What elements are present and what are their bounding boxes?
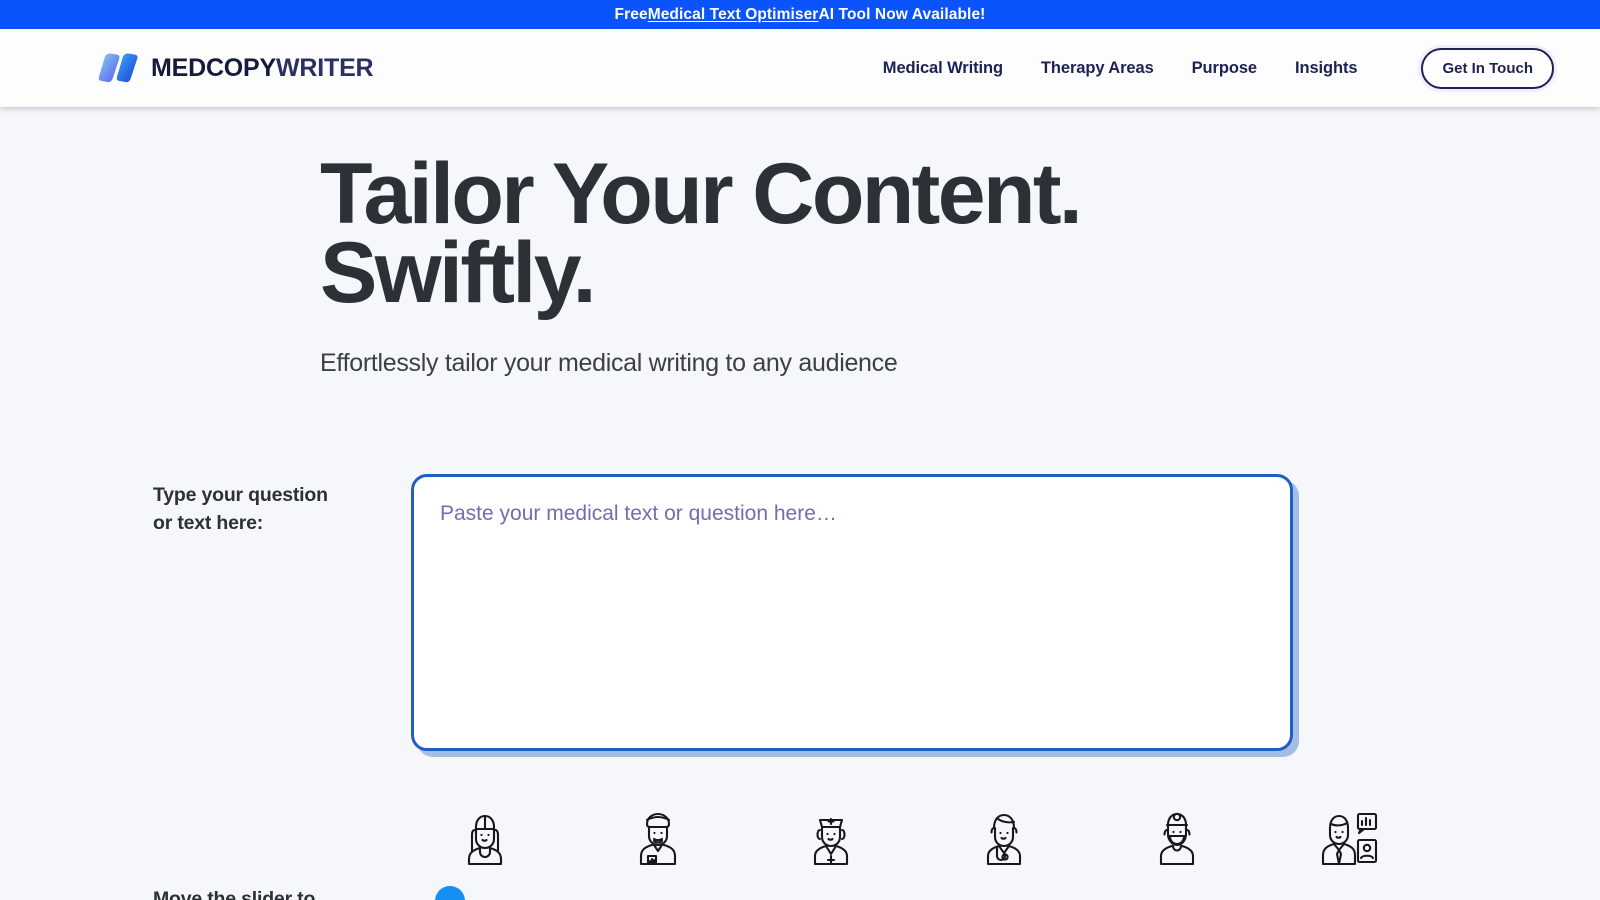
question-input-label-line-1: Type your question xyxy=(153,484,328,507)
hero-title-line-2: Swiftly. xyxy=(320,225,596,322)
tone-slider-knob[interactable] xyxy=(435,886,465,900)
logo-text-bold: MEDCOPY xyxy=(151,53,277,82)
banner-suffix: AI Tool Now Available! xyxy=(818,5,986,23)
nav-item-purpose[interactable]: Purpose xyxy=(1192,59,1257,78)
hero-title-line-1: Tailor Your Content. xyxy=(320,146,1083,242)
persona-option-executive[interactable] xyxy=(1263,808,1436,870)
patient-elder-man-avatar-icon xyxy=(639,813,676,866)
nav-item-therapy-areas[interactable]: Therapy Areas xyxy=(1041,59,1154,78)
site-header: MEDCOPYWRITER Medical Writing Therapy Ar… xyxy=(0,29,1600,107)
announcement-banner[interactable]: Free Medical Text Optimiser AI Tool Now … xyxy=(0,0,1600,29)
surgeon-avatar-icon xyxy=(1159,812,1194,866)
nav-item-insights[interactable]: Insights xyxy=(1295,59,1358,78)
nav-item-medical-writing[interactable]: Medical Writing xyxy=(883,59,1003,78)
tone-slider-track[interactable] xyxy=(418,882,1308,900)
tone-slider-section: Move the slider to xyxy=(0,882,1600,900)
banner-prefix: Free xyxy=(614,5,648,23)
medical-text-input[interactable] xyxy=(411,474,1293,752)
tone-slider-label: Move the slider to xyxy=(153,887,316,900)
medcopywriter-logo-icon xyxy=(98,53,138,83)
textarea-shell xyxy=(411,474,1299,758)
question-input-label-line-2: or text here: xyxy=(153,511,264,534)
question-input-section: Type your question or text here: xyxy=(0,474,1600,758)
persona-option-elder-man[interactable] xyxy=(571,808,744,870)
nurse-avatar-icon xyxy=(813,818,848,866)
get-in-touch-button[interactable]: Get In Touch xyxy=(1421,47,1554,89)
page-root: Free Medical Text Optimiser AI Tool Now … xyxy=(0,0,1600,900)
persona-option-nurse[interactable] xyxy=(744,808,917,870)
persona-avatar-row xyxy=(0,808,1600,870)
doctor-woman-avatar-icon xyxy=(986,814,1021,866)
logo[interactable]: MEDCOPYWRITER xyxy=(96,52,374,84)
main-navigation: Medical Writing Therapy Areas Purpose In… xyxy=(883,47,1554,89)
logo-wordmark: MEDCOPYWRITER xyxy=(151,53,374,82)
persona-option-doctor-woman[interactable] xyxy=(917,808,1090,870)
question-input-label: Type your question or text here: xyxy=(153,474,411,537)
persona-option-patient-woman[interactable] xyxy=(398,808,571,870)
hero-subtitle: Effortlessly tailor your medical writing… xyxy=(320,349,898,378)
banner-link[interactable]: Medical Text Optimiser xyxy=(648,6,819,24)
patient-woman-avatar-icon xyxy=(467,815,502,866)
medical-executive-avatar-icon xyxy=(1321,813,1377,866)
hero-section: Tailor Your Content. Swiftly. Effortless… xyxy=(0,107,1600,378)
page-title: Tailor Your Content. Swiftly. xyxy=(320,146,1220,322)
logo-text-light: WRITER xyxy=(276,53,374,82)
persona-option-surgeon[interactable] xyxy=(1090,808,1263,870)
